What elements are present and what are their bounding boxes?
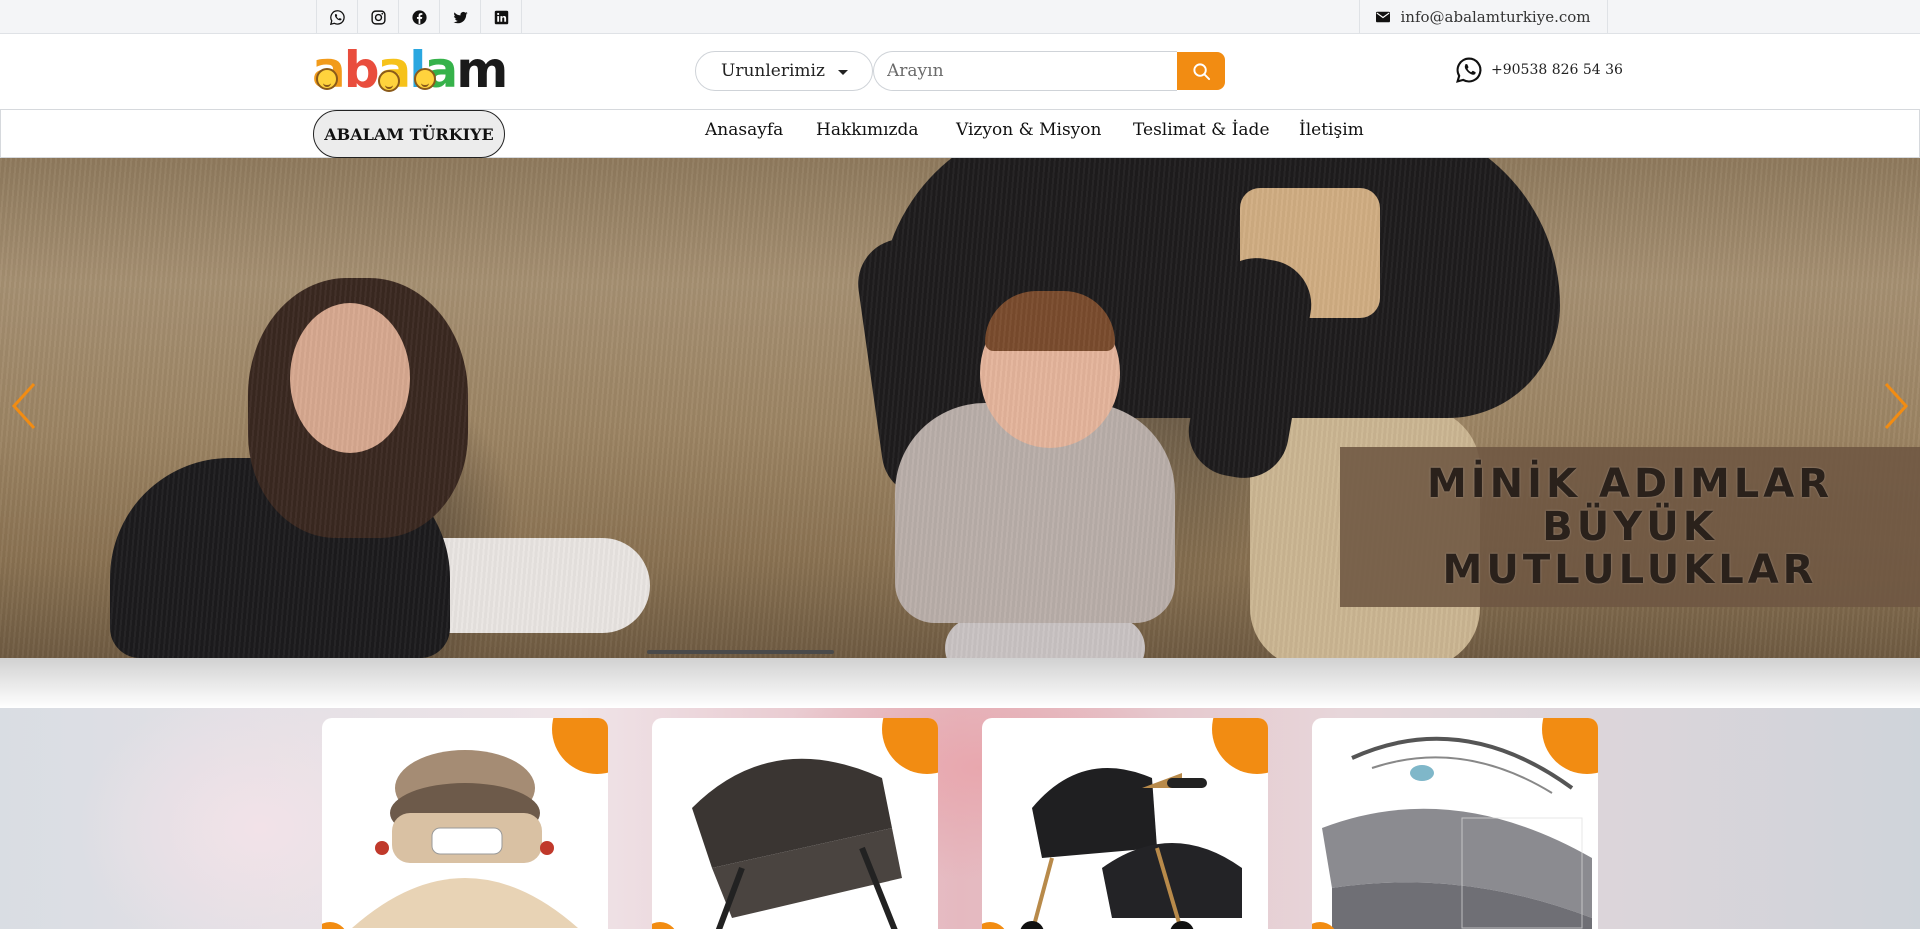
search-button[interactable] bbox=[1177, 52, 1225, 90]
logo-face-icon bbox=[414, 68, 436, 90]
nav-link-hakkimizda[interactable]: Hakkımızda bbox=[816, 120, 919, 140]
site-header: abalam Urunlerimiz +90538 826 54 36 bbox=[0, 34, 1920, 108]
carousel-next-button[interactable] bbox=[1878, 380, 1914, 432]
logo-face-icon bbox=[378, 70, 400, 92]
slogan-line: MUTLULUKLAR bbox=[1442, 546, 1818, 593]
nav-link-iletisim[interactable]: İletişim bbox=[1299, 120, 1364, 140]
category-dropdown-label: Urunlerimiz bbox=[721, 61, 825, 81]
instagram-icon bbox=[370, 9, 386, 25]
product-section bbox=[0, 708, 1920, 929]
carousel-indicator[interactable] bbox=[647, 650, 834, 654]
product-card-bouncer[interactable] bbox=[1312, 718, 1598, 929]
email-contact[interactable]: info@abalamturkiye.com bbox=[1359, 0, 1608, 34]
whatsapp-link[interactable] bbox=[317, 0, 358, 34]
logo[interactable]: abalam bbox=[312, 44, 508, 96]
facebook-icon bbox=[411, 9, 427, 25]
logo-face-icon bbox=[316, 68, 338, 90]
nav-link-anasayfa[interactable]: Anasayfa bbox=[705, 120, 783, 140]
product-card-stroller[interactable] bbox=[652, 718, 938, 929]
instagram-link[interactable] bbox=[358, 0, 399, 34]
carousel-prev-button[interactable] bbox=[6, 380, 42, 432]
linkedin-link[interactable] bbox=[481, 0, 522, 34]
hero-carousel[interactable]: MİNİK ADIMLAR BÜYÜK MUTLULUKLAR bbox=[0, 158, 1920, 658]
whatsapp-icon bbox=[1456, 57, 1482, 83]
whatsapp-icon bbox=[329, 9, 345, 25]
hero-slogan: MİNİK ADIMLAR BÜYÜK MUTLULUKLAR bbox=[1340, 447, 1920, 607]
search-bar: Urunlerimiz bbox=[695, 51, 1225, 91]
search-icon bbox=[1192, 62, 1210, 80]
top-bar: info@abalamturkiye.com bbox=[0, 0, 1920, 34]
brand-button[interactable]: ABALAM TÜRKIYE bbox=[313, 110, 505, 158]
slogan-line: MİNİK ADIMLAR bbox=[1426, 460, 1834, 507]
phone-number: +90538 826 54 36 bbox=[1491, 62, 1623, 78]
envelope-icon bbox=[1376, 11, 1391, 23]
linkedin-icon bbox=[494, 10, 508, 24]
category-dropdown[interactable]: Urunlerimiz bbox=[695, 51, 873, 91]
twitter-icon bbox=[452, 11, 468, 23]
main-nav: ABALAM TÜRKIYE Anasayfa Hakkımızda Vizyo… bbox=[0, 109, 1920, 158]
product-card-travel-system[interactable] bbox=[982, 718, 1268, 929]
chevron-left-icon bbox=[11, 382, 36, 430]
nav-link-vizyon-misyon[interactable]: Vizyon & Misyon bbox=[956, 120, 1101, 140]
facebook-link[interactable] bbox=[399, 0, 440, 34]
hero-shadow bbox=[0, 658, 1920, 708]
slogan-line: BÜYÜK bbox=[1542, 503, 1718, 550]
search-input[interactable] bbox=[873, 51, 1177, 91]
logo-wordmark: abalam bbox=[312, 41, 508, 99]
chevron-right-icon bbox=[1884, 382, 1909, 430]
phone-contact[interactable]: +90538 826 54 36 bbox=[1455, 56, 1623, 84]
social-links bbox=[316, 0, 522, 34]
email-address: info@abalamturkiye.com bbox=[1400, 8, 1591, 26]
caret-down-icon bbox=[838, 70, 848, 75]
nav-link-teslimat-iade[interactable]: Teslimat & İade bbox=[1133, 120, 1270, 140]
twitter-link[interactable] bbox=[440, 0, 481, 34]
product-card-walker[interactable] bbox=[322, 718, 608, 929]
